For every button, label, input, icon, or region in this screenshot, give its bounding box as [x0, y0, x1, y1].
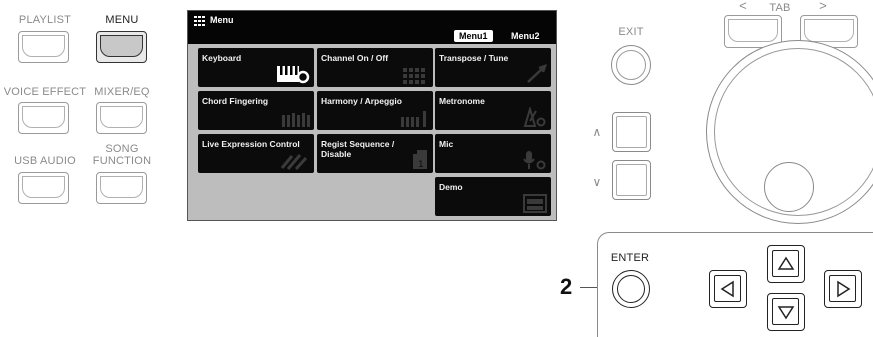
cursor-right-button[interactable]	[824, 270, 862, 308]
keyboard-gear-icon	[277, 66, 310, 84]
menu-item-label-line1: Regist Sequence /	[321, 139, 395, 149]
up-button[interactable]	[612, 112, 651, 152]
menu-item-label: Transpose / Tune	[439, 53, 509, 63]
mic-icon	[523, 151, 546, 170]
menu-item-label: Channel On / Off	[321, 53, 389, 63]
lcd-screen: Menu Menu1 Menu2 Keyboard Channel On / O…	[187, 10, 557, 221]
song-function-button[interactable]	[96, 172, 147, 204]
down-button[interactable]	[612, 160, 651, 200]
menu-item-mic[interactable]: Mic	[435, 134, 551, 173]
regist-icon: 1	[413, 150, 427, 170]
metronome-icon	[523, 107, 546, 127]
menu-item-label: Mic	[439, 139, 454, 149]
menu-item-label: Chord Fingering	[202, 96, 269, 106]
menu-button[interactable]	[96, 31, 147, 63]
menu-item-keyboard[interactable]: Keyboard	[198, 48, 314, 87]
menu-item-harmony-arpeggio[interactable]: Harmony / Arpeggio	[317, 91, 433, 130]
chord-keyboard-icon	[282, 113, 310, 127]
tab-prev-label: <	[739, 0, 747, 13]
down-label: ∨	[592, 175, 602, 189]
exit-button[interactable]	[611, 45, 651, 85]
exit-label: EXIT	[618, 26, 644, 38]
menu-item-channel-on-off[interactable]: Channel On / Off	[317, 48, 433, 87]
song-function-label-line2: FUNCTION	[92, 155, 152, 167]
mixer-eq-label: MIXER/EQ	[94, 86, 150, 98]
tune-icon	[527, 64, 547, 83]
cursor-up-button[interactable]	[767, 245, 805, 283]
tab-label: TAB	[769, 2, 791, 14]
step-pointer	[580, 287, 597, 288]
menu-item-regist-sequence-disable[interactable]: Regist Sequence / Disable 1	[317, 134, 433, 173]
menu-item-transpose-tune[interactable]: Transpose / Tune	[435, 48, 551, 87]
menu-item-label: Demo	[439, 182, 463, 192]
usb-audio-button[interactable]	[18, 172, 69, 204]
triangle-up-icon	[777, 256, 795, 270]
menu-item-metronome[interactable]: Metronome	[435, 91, 551, 130]
demo-icon	[523, 194, 547, 213]
menu-item-demo[interactable]: Demo	[435, 177, 551, 216]
tab-menu2[interactable]: Menu2	[506, 30, 545, 42]
menu-item-label: Keyboard	[202, 53, 242, 63]
cursor-left-button[interactable]	[709, 270, 747, 308]
screen-header: Menu Menu1 Menu2	[188, 11, 556, 44]
playlist-label: PLAYLIST	[18, 14, 72, 26]
triangle-left-icon	[720, 280, 734, 298]
voice-effect-label: VOICE EFFECT	[3, 86, 87, 98]
voice-effect-button[interactable]	[18, 102, 69, 134]
playlist-button[interactable]	[18, 31, 69, 63]
live-expression-icon	[280, 154, 308, 170]
usb-audio-label: USB AUDIO	[14, 155, 76, 167]
enter-label: ENTER	[610, 252, 650, 264]
triangle-down-icon	[777, 306, 795, 320]
mixer-eq-button[interactable]	[96, 102, 147, 134]
channel-grid-icon	[403, 68, 425, 84]
screen-title: Menu	[210, 15, 234, 25]
tab-next-label: >	[819, 0, 827, 13]
menu-item-chord-fingering[interactable]: Chord Fingering	[198, 91, 314, 130]
menu-item-label: Metronome	[439, 96, 485, 106]
enter-button[interactable]	[612, 270, 650, 308]
cursor-down-button[interactable]	[767, 293, 805, 331]
menu-item-label: Regist Sequence / Disable	[321, 139, 394, 159]
svg-text:1: 1	[418, 160, 424, 170]
step-number: 2	[560, 274, 573, 299]
menu-item-label-line2: Disable	[321, 149, 352, 159]
menu-item-label: Harmony / Arpeggio	[321, 96, 402, 106]
up-label: ∧	[592, 125, 602, 139]
menu-grid-icon	[194, 16, 206, 26]
menu-item-live-expression-control[interactable]: Live Expression Control	[198, 134, 314, 173]
menu-item-label: Live Expression Control	[202, 139, 300, 149]
harmony-icon	[401, 111, 426, 127]
triangle-right-icon	[837, 280, 851, 298]
tab-menu1[interactable]: Menu1	[454, 30, 493, 42]
menu-label: MENU	[105, 14, 139, 26]
data-dial-knob[interactable]	[764, 162, 814, 212]
song-function-label-line1: SONG	[105, 143, 139, 155]
song-function-label: SONG FUNCTION	[92, 143, 152, 167]
